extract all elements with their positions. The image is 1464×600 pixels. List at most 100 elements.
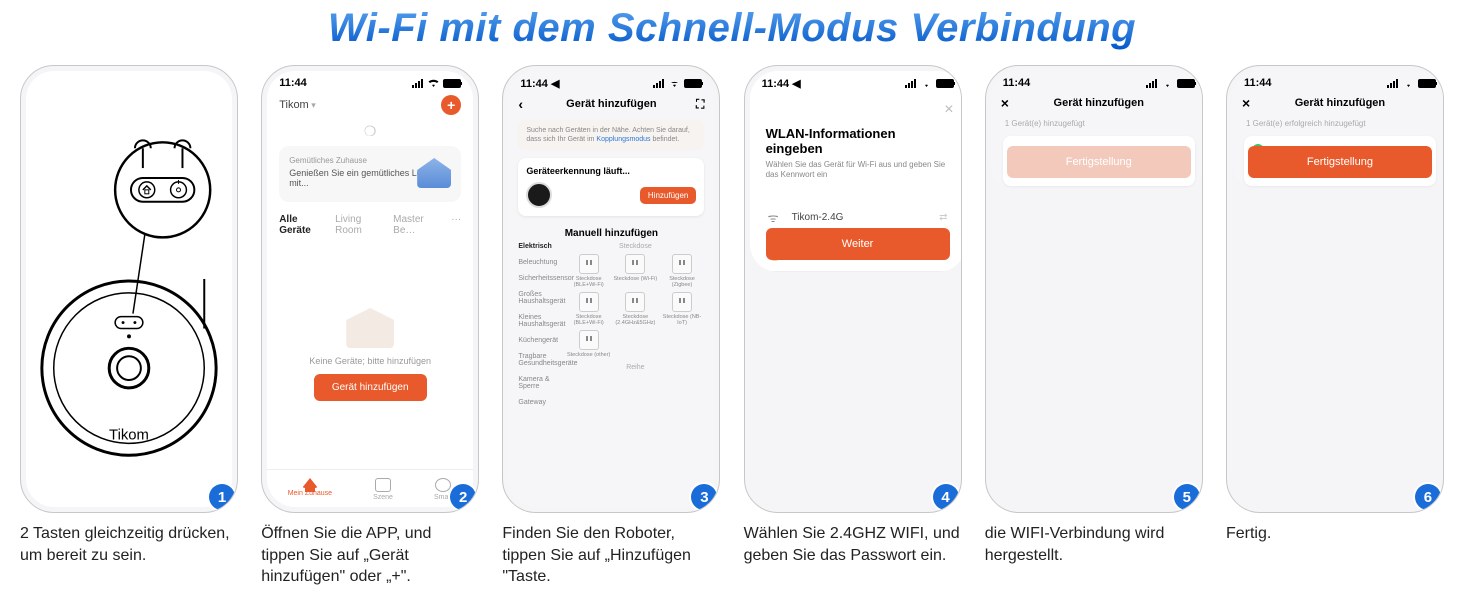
- cat-camera[interactable]: Kamera & Sperre: [518, 376, 566, 390]
- robot-diagram: Tikom: [26, 71, 232, 505]
- back-icon[interactable]: ‹: [518, 96, 523, 112]
- header-title: Gerät hinzufügen: [1054, 97, 1144, 109]
- steps-row: Tikom 1 2 Tasten gleichzei: [20, 65, 1444, 588]
- device-grid: Steckdose (BLE+Wi-Fi) Steckdose (Wi-Fi) …: [566, 254, 704, 358]
- cat-electric[interactable]: Elektrisch: [518, 243, 566, 250]
- finish-button[interactable]: Fertigstellung: [1248, 146, 1432, 178]
- wifi-icon: [668, 79, 681, 88]
- device-tile[interactable]: Steckdose (Wi-Fi): [613, 254, 658, 288]
- status-time: 11:44 ◀: [520, 77, 559, 90]
- step-badge-1: 1: [209, 484, 235, 510]
- status-bar: 11:44: [991, 71, 1203, 91]
- tab-master[interactable]: Master Be…: [393, 214, 435, 236]
- empty-text: Keine Geräte; bitte hinzufügen: [309, 356, 431, 366]
- close-icon[interactable]: ×: [944, 101, 953, 119]
- scene-icon: [375, 478, 391, 492]
- socket-icon: [672, 292, 692, 312]
- device-tile[interactable]: Steckdose (Zigbee): [660, 254, 705, 288]
- headline: Wi-Fi mit dem Schnell-Modus Verbindung: [20, 6, 1444, 51]
- wifi-icon: [427, 79, 440, 88]
- device-tile[interactable]: Steckdose (2.4GHz&5GHz): [613, 292, 658, 326]
- header-title: Gerät hinzufügen: [566, 98, 656, 110]
- finish-button: Fertigstellung: [1007, 146, 1191, 178]
- step-2: 11:44 Tikom + ❍ Gemütliches Zuhause Geni…: [261, 65, 479, 588]
- brand-dropdown[interactable]: Tikom: [279, 99, 316, 111]
- empty-state: Keine Geräte; bitte hinzufügen Gerät hin…: [267, 240, 473, 469]
- battery-icon: [443, 79, 461, 88]
- smart-icon: [435, 478, 451, 492]
- discovery-card: Geräteerkennung läuft... Hinzufügen: [518, 158, 704, 216]
- caption-3: Finden Sie den Roboter, tippen Sie auf „…: [502, 523, 720, 588]
- screen-header: × Gerät hinzufügen: [991, 91, 1203, 115]
- next-button[interactable]: Weiter: [766, 228, 950, 260]
- pairing-link[interactable]: Kopplungsmodus: [596, 136, 650, 143]
- status-time: 11:44 ◀: [762, 77, 801, 90]
- wifi-field-icon: ᯤ: [768, 209, 782, 226]
- phone-frame-4: 11:44 ◀ × WLAN-Informationen eingeben Wä…: [744, 65, 962, 513]
- socket-icon: [625, 292, 645, 312]
- device-tile[interactable]: Steckdose (BLE+Wi-Fi): [566, 292, 611, 326]
- step-badge-3: 3: [691, 484, 717, 510]
- step-badge-5: 5: [1174, 484, 1200, 510]
- robot-thumbnail: [526, 182, 552, 208]
- phone-frame-3: 11:44 ◀ ‹ Gerät hinzufügen ⛶ Suche nach …: [502, 65, 720, 513]
- caption-5: die WIFI-Verbindung wird hergestellt.: [985, 523, 1203, 566]
- grid-header: Steckdose: [566, 243, 704, 250]
- room-tabs: Alle Geräte Living Room Master Be… ···: [267, 208, 473, 240]
- phone-frame-5: 11:44 × Gerät hinzufügen 1 Gerät(e) hinz…: [985, 65, 1203, 513]
- status-time: 11:44: [279, 77, 307, 89]
- step-4: 11:44 ◀ × WLAN-Informationen eingeben Wä…: [744, 65, 962, 588]
- cat-kitchen[interactable]: Küchengerät: [518, 337, 566, 344]
- device-tile[interactable]: Steckdose (NB-IoT): [660, 292, 705, 326]
- device-tile[interactable]: Steckdose (BLE+Wi-Fi): [566, 254, 611, 288]
- close-icon[interactable]: ×: [1242, 95, 1250, 111]
- category-sidebar: Elektrisch Beleuchtung Sicherheitssensor…: [518, 243, 566, 406]
- socket-icon: [672, 254, 692, 274]
- brand-label: Tikom: [109, 427, 149, 443]
- wlan-subtitle: Wählen Sie das Gerät für Wi-Fi aus und g…: [766, 160, 950, 181]
- nav-scene[interactable]: Szene: [373, 478, 393, 501]
- header-title: Gerät hinzufügen: [1295, 97, 1385, 109]
- step-6: 11:44 × Gerät hinzufügen 1 Gerät(e) erfo…: [1226, 65, 1444, 588]
- caption-4: Wählen Sie 2.4GHZ WIFI, und geben Sie da…: [744, 523, 962, 566]
- socket-icon: [579, 292, 599, 312]
- manual-title: Manuell hinzufügen: [508, 228, 714, 239]
- cat-small[interactable]: Kleines Haushaltsgerät: [518, 314, 566, 328]
- tab-all[interactable]: Alle Geräte: [279, 214, 319, 236]
- cat-gateway[interactable]: Gateway: [518, 399, 566, 406]
- status-time: 11:44: [1244, 77, 1272, 89]
- phone-frame-1: Tikom 1: [20, 65, 238, 513]
- tab-more[interactable]: ···: [451, 214, 461, 236]
- socket-icon: [625, 254, 645, 274]
- close-icon[interactable]: ×: [1001, 95, 1009, 111]
- row-label: Reihe: [566, 364, 704, 371]
- add-device-button[interactable]: Gerät hinzufügen: [314, 374, 427, 401]
- screen-header: ‹ Gerät hinzufügen ⛶: [508, 92, 714, 116]
- caption-2: Öffnen Sie die APP, und tippen Sie auf „…: [261, 523, 479, 588]
- add-found-button[interactable]: Hinzufügen: [640, 187, 696, 204]
- status-bar: 11:44: [1232, 71, 1444, 91]
- step-1: Tikom 1 2 Tasten gleichzei: [20, 65, 238, 588]
- device-tile[interactable]: Steckdose (other): [566, 330, 611, 358]
- phone-frame-6: 11:44 × Gerät hinzufügen 1 Gerät(e) erfo…: [1226, 65, 1444, 513]
- step-badge-4: 4: [933, 484, 959, 510]
- step-3: 11:44 ◀ ‹ Gerät hinzufügen ⛶ Suche nach …: [502, 65, 720, 588]
- socket-icon: [579, 254, 599, 274]
- cat-large[interactable]: Großes Haushaltsgerät: [518, 291, 566, 305]
- status-bar: 11:44 ◀: [508, 71, 714, 92]
- status-bar: 11:44 ◀: [750, 71, 962, 92]
- tab-living[interactable]: Living Room: [335, 214, 377, 236]
- home-card[interactable]: Gemütliches Zuhause Genießen Sie ein gem…: [279, 146, 461, 202]
- swap-icon[interactable]: ⇄: [939, 212, 947, 223]
- cat-health[interactable]: Tragbare Gesundheitsgeräte: [518, 353, 566, 367]
- cat-lighting[interactable]: Beleuchtung: [518, 259, 566, 266]
- step-badge-6: 6: [1415, 484, 1441, 510]
- wifi-icon: [1161, 79, 1174, 88]
- cat-security[interactable]: Sicherheitssensor: [518, 275, 566, 282]
- add-button[interactable]: +: [441, 95, 461, 115]
- screen-header: × Gerät hinzufügen: [1232, 91, 1444, 115]
- ssid-value: Tikom-2.4G: [792, 212, 930, 223]
- status-icons: [412, 79, 461, 88]
- scan-icon[interactable]: ⛶: [696, 97, 704, 112]
- nav-home[interactable]: Mein Zuhause: [288, 478, 332, 501]
